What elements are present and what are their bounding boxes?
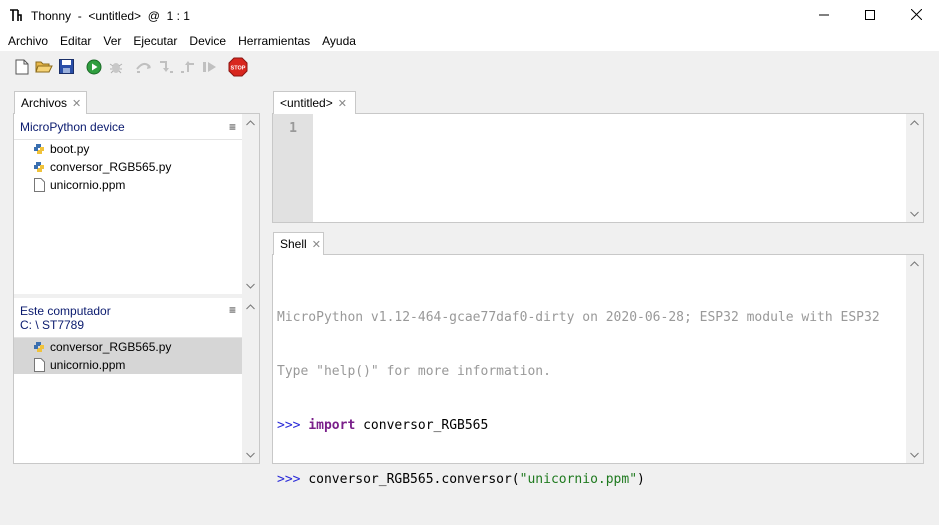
open-folder-icon (35, 59, 53, 77)
scroll-up-icon[interactable] (906, 114, 923, 131)
tab-untitled[interactable]: <untitled> ✕ (273, 91, 356, 114)
close-icon[interactable]: ✕ (72, 97, 81, 110)
minimize-icon (819, 9, 829, 23)
step-into-button[interactable] (155, 57, 177, 79)
tab-untitled-label: <untitled> (280, 96, 333, 110)
files-panel: MicroPython device ≡ boot.py conversor_R… (13, 113, 260, 464)
hamburger-menu-icon[interactable]: ≡ (229, 303, 236, 317)
window-title: Thonny - <untitled> @ 1 : 1 (31, 8, 190, 23)
device-section-header: MicroPython device ≡ (14, 114, 243, 140)
menu-ejecutar[interactable]: Ejecutar (127, 31, 183, 51)
shell-prompt: >>> (277, 472, 309, 487)
stop-icon: STOP (228, 57, 248, 80)
scroll-up-icon[interactable] (242, 114, 259, 131)
save-icon (58, 59, 74, 77)
scroll-down-icon[interactable] (906, 446, 923, 463)
string-token: "unicornio.ppm" (519, 472, 638, 487)
scroll-up-icon[interactable] (906, 255, 923, 272)
code-editor[interactable]: 1 (272, 113, 924, 223)
menu-editar[interactable]: Editar (54, 31, 97, 51)
close-icon[interactable]: ✕ (338, 97, 347, 110)
close-icon[interactable]: ✕ (312, 238, 321, 251)
file-item[interactable]: unicornio.ppm (14, 176, 243, 194)
step-into-icon (157, 60, 175, 77)
file-item[interactable]: conversor_RGB565.py (14, 338, 243, 356)
menu-device[interactable]: Device (183, 31, 232, 51)
new-file-icon (15, 59, 29, 78)
tab-shell[interactable]: Shell ✕ (273, 232, 324, 255)
shell-console[interactable]: MicroPython v1.12-464-gcae77daf0-dirty o… (272, 254, 924, 487)
code-token: ) (637, 472, 645, 487)
run-icon (86, 59, 102, 78)
shell-banner-line: Type "help()" for more information. (277, 364, 551, 379)
computer-path[interactable]: C: \ ST7789 (20, 318, 236, 332)
device-section-title: MicroPython device (20, 119, 125, 134)
step-over-button[interactable] (133, 57, 155, 79)
file-item[interactable]: boot.py (14, 140, 243, 158)
menu-bar: Archivo Editar Ver Ejecutar Device Herra… (0, 31, 939, 51)
scroll-down-icon[interactable] (242, 277, 259, 294)
thonny-logo-icon (9, 8, 25, 24)
resume-button[interactable] (199, 57, 221, 79)
scroll-down-icon[interactable] (242, 446, 259, 463)
minimize-button[interactable] (801, 0, 847, 31)
step-over-icon (135, 60, 153, 77)
step-out-icon (179, 60, 197, 77)
shell-command-line: >>> import conversor_RGB565 (277, 417, 880, 435)
python-file-icon (32, 340, 46, 354)
code-token: conversor_RGB565 (355, 418, 489, 433)
computer-section-header: Este computador C: \ ST7789 ≡ (14, 298, 243, 338)
menu-ver[interactable]: Ver (97, 31, 127, 51)
python-file-icon (32, 160, 46, 174)
tab-shell-label: Shell (280, 237, 307, 251)
window-controls (801, 0, 939, 31)
title-bar: Thonny - <untitled> @ 1 : 1 (0, 0, 939, 31)
computer-files-section: Este computador C: \ ST7789 ≡ conversor_… (14, 298, 243, 463)
stop-button[interactable]: STOP (227, 57, 249, 79)
editor-scrollbar[interactable] (906, 114, 923, 222)
line-number: 1 (289, 121, 297, 136)
shell-banner-line: MicroPython v1.12-464-gcae77daf0-dirty o… (277, 310, 880, 325)
stop-label: STOP (231, 65, 246, 71)
run-button[interactable] (83, 57, 105, 79)
menu-ayuda[interactable]: Ayuda (316, 31, 362, 51)
open-file-button[interactable] (33, 57, 55, 79)
close-button[interactable] (893, 0, 939, 31)
file-item[interactable]: conversor_RGB565.py (14, 158, 243, 176)
computer-scrollbar[interactable] (242, 298, 259, 463)
maximize-icon (865, 9, 875, 23)
computer-section-title: Este computador (20, 304, 111, 318)
hamburger-menu-icon[interactable]: ≡ (229, 120, 236, 134)
menu-archivo[interactable]: Archivo (2, 31, 54, 51)
code-token: conversor_RGB565.conversor( (308, 472, 520, 487)
scroll-up-icon[interactable] (242, 298, 259, 315)
step-out-button[interactable] (177, 57, 199, 79)
save-file-button[interactable] (55, 57, 77, 79)
shell-prompt: >>> (277, 418, 309, 433)
generic-file-icon (32, 358, 46, 372)
maximize-button[interactable] (847, 0, 893, 31)
python-file-icon (32, 142, 46, 156)
shell-output: MicroPython v1.12-464-gcae77daf0-dirty o… (277, 273, 880, 525)
scroll-down-icon[interactable] (906, 205, 923, 222)
resume-icon (201, 60, 219, 77)
tab-archivos-label: Archivos (21, 96, 68, 110)
generic-file-icon (32, 178, 46, 192)
keyword-token: import (308, 418, 356, 433)
device-files-section: MicroPython device ≡ boot.py conversor_R… (14, 114, 243, 294)
shell-scrollbar[interactable] (906, 255, 923, 463)
file-item[interactable]: unicornio.ppm (14, 356, 243, 374)
close-icon (910, 8, 922, 23)
debug-button[interactable] (105, 57, 127, 79)
menu-herramientas[interactable]: Herramientas (232, 31, 316, 51)
shell-command-line: >>> conversor_RGB565.conversor("unicorni… (277, 471, 880, 489)
debug-icon (108, 59, 124, 78)
toolbar: STOP (0, 51, 939, 85)
new-file-button[interactable] (11, 57, 33, 79)
device-scrollbar[interactable] (242, 114, 259, 294)
tab-archivos[interactable]: Archivos ✕ (14, 91, 87, 114)
line-number-gutter: 1 (273, 114, 313, 222)
